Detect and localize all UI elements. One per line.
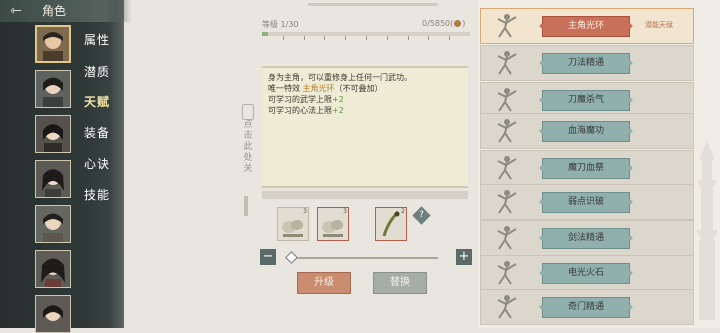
top-scroll-bar (308, 3, 438, 6)
progress-tick (282, 36, 284, 40)
martial-figure-icon (497, 14, 517, 38)
talent-name-button[interactable]: 弱点识破 (542, 192, 630, 213)
talent-name-button[interactable]: 刀法精通 (542, 53, 630, 74)
talent-description: 身为主角，可以重修身上任何一门武功。 唯一特效 主角光环（不可叠加） 可学习的武… (268, 72, 412, 116)
item-count: 2 (401, 208, 405, 215)
tab-potential[interactable]: 潜质 (84, 63, 110, 80)
talent-name-button[interactable]: 魔刀血祭 (542, 158, 630, 179)
experience-text: 0/5850( (422, 19, 454, 28)
talent-description-box: 身为主角，可以重修身上任何一门武功。 唯一特效 主角光环（不可叠加） 可学习的武… (262, 66, 468, 188)
talent-row[interactable]: 电光火石 (480, 255, 694, 291)
tab-mind-art[interactable]: 心诀 (84, 155, 110, 172)
martial-figure-icon (497, 51, 517, 75)
description-line: 可学习的心法上限+2 (268, 105, 412, 116)
plus-button[interactable]: + (456, 249, 472, 265)
back-arrow-icon[interactable]: ⇽ (6, 0, 26, 22)
description-mind-bonus: +2 (332, 106, 344, 115)
close-hint-char: 关 (243, 164, 253, 174)
description-mind-limit: 可学习的心法上限 (268, 106, 332, 115)
talent-row[interactable]: 主角光环 潜能天赋 (480, 8, 694, 44)
help-label: ? (419, 210, 424, 220)
experience-text-end: ) (462, 19, 466, 28)
talent-name-button[interactable]: 主角光环 (542, 16, 630, 37)
close-hint-char: 点 (243, 120, 253, 130)
talent-name-button[interactable]: 血海魔功 (542, 121, 630, 142)
description-martial-bonus: +2 (332, 95, 344, 104)
martial-figure-icon (497, 295, 517, 319)
avatar-character-6[interactable] (35, 250, 71, 288)
progress-tick (366, 36, 367, 40)
page-title: 角色 (42, 4, 67, 18)
talent-row[interactable]: 魔刀血祭 (480, 150, 694, 186)
talent-row[interactable]: 弱点识破 (480, 184, 694, 220)
tab-skills[interactable]: 技能 (84, 186, 110, 203)
quantity-slider[interactable] (286, 257, 438, 259)
progress-tick (303, 36, 305, 40)
avatar-character-4[interactable] (35, 160, 71, 198)
help-icon[interactable]: ? (412, 206, 431, 225)
description-martial-limit: 可学习的武学上限 (268, 95, 332, 104)
upgrade-button[interactable]: 升级 (297, 272, 351, 294)
level-display: 等级 1/30 (262, 19, 299, 30)
level-value: 1/30 (280, 20, 299, 29)
progress-tick (324, 36, 326, 40)
avatar-character-7[interactable] (35, 295, 71, 333)
martial-figure-icon (497, 261, 517, 285)
talent-tag: 潜能天赋 (645, 21, 673, 29)
tab-talent[interactable]: 天赋 (84, 93, 110, 110)
description-effect-label: 唯一特效 (268, 84, 303, 93)
close-hint-text[interactable]: 点 击 此 处 关 (241, 120, 255, 175)
description-line: 可学习的武学上限+2 (268, 94, 412, 105)
progress-tick (345, 36, 347, 40)
talent-name-button[interactable]: 剑法精通 (542, 228, 630, 249)
tab-attributes[interactable]: 属性 (84, 31, 110, 48)
progress-tick (449, 36, 451, 40)
talent-row[interactable]: 剑法精通 (480, 220, 694, 256)
talent-row[interactable]: 血海魔功 (480, 113, 694, 149)
avatar-character-2[interactable] (35, 70, 71, 108)
header-bar: ⇽ 角色 (0, 0, 132, 22)
progress-tick (428, 36, 430, 40)
martial-figure-icon (497, 119, 517, 143)
experience-display: 0/5850() (422, 19, 465, 28)
description-effect-note: （不可叠加） (334, 84, 383, 93)
replace-button[interactable]: 替换 (373, 272, 427, 294)
minus-button[interactable]: − (260, 249, 276, 265)
martial-figure-icon (497, 156, 517, 180)
tab-equipment[interactable]: 装备 (84, 124, 110, 141)
material-item-2[interactable]: 3 (317, 207, 349, 241)
talent-row[interactable]: 刀法精通 (480, 45, 694, 81)
martial-figure-icon (497, 190, 517, 214)
item-count: 3 (303, 208, 307, 215)
level-label: 等级 (262, 20, 278, 29)
pagoda-silhouette-icon (696, 140, 718, 320)
avatar-character-1[interactable] (35, 25, 71, 63)
brush-icon (244, 196, 248, 216)
progress-tick (386, 36, 388, 40)
material-item-3[interactable]: 2 (375, 207, 407, 241)
material-item-1[interactable]: 3 (277, 207, 309, 241)
close-hint-char: 处 (243, 153, 253, 163)
talent-name-button[interactable]: 电光火石 (542, 263, 630, 284)
martial-figure-icon (497, 88, 517, 112)
item-count: 3 (343, 208, 347, 215)
progress-tick (407, 36, 409, 40)
talent-row[interactable]: 奇门精通 (480, 289, 694, 325)
slider-handle[interactable] (285, 251, 298, 264)
divider-strip (262, 191, 468, 199)
close-hint-char: 击 (243, 131, 253, 141)
scroll-ornament-icon (242, 104, 254, 120)
talent-name-button[interactable]: 刀魔杀气 (542, 90, 630, 111)
avatar-character-3[interactable] (35, 115, 71, 153)
level-progress-ticks (262, 36, 470, 40)
martial-figure-icon (497, 226, 517, 250)
talent-name-button[interactable]: 奇门精通 (542, 297, 630, 318)
description-effect-name: 主角光环 (302, 84, 335, 93)
ink-mist-divider (110, 0, 260, 328)
close-hint-char: 此 (243, 142, 253, 152)
description-line: 唯一特效 主角光环（不可叠加） (268, 83, 412, 94)
avatar-character-5[interactable] (35, 205, 71, 243)
description-line: 身为主角，可以重修身上任何一门武功。 (268, 73, 412, 82)
coin-icon (454, 20, 462, 27)
